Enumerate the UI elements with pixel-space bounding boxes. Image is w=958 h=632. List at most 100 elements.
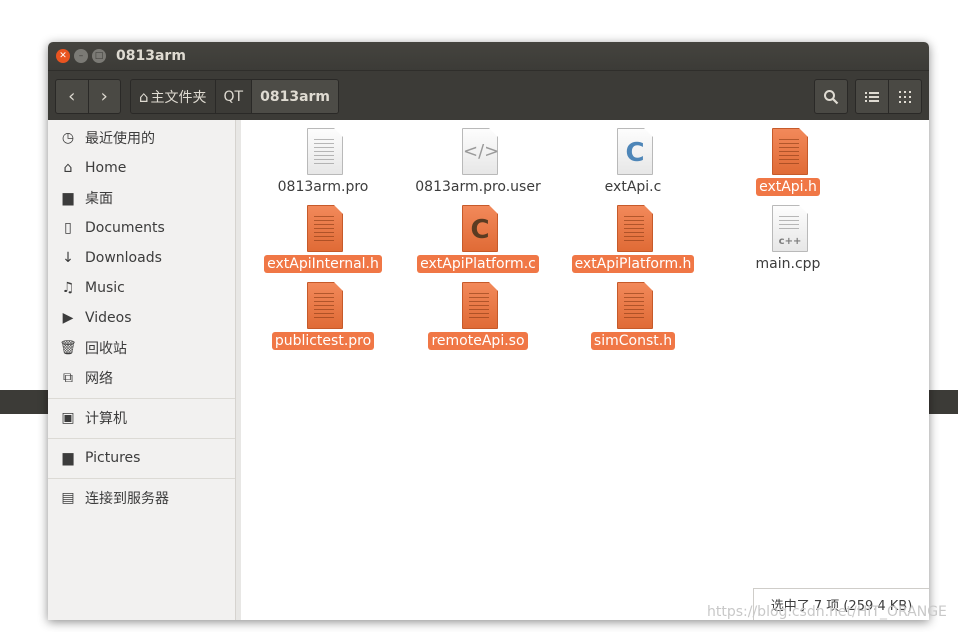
file-item[interactable]: C extApiPlatform.c: [403, 205, 553, 273]
close-window-button[interactable]: ✕: [56, 49, 70, 63]
search-button[interactable]: [815, 80, 847, 113]
file-name: extApi.h: [756, 178, 820, 196]
back-icon: ‹: [68, 86, 76, 107]
sidebar-item-label: 连接到服务器: [85, 491, 169, 507]
file-view[interactable]: 0813arm.pro </> 0813arm.pro.user C extAp…: [241, 120, 929, 620]
c-source-file-icon: C: [458, 205, 498, 252]
grid-view-icon: [899, 90, 911, 103]
sidebar-divider: [48, 478, 235, 479]
file-item[interactable]: extApiInternal.h: [248, 205, 398, 273]
file-item[interactable]: </> 0813arm.pro.user: [403, 128, 553, 196]
file-name: 0813arm.pro.user: [415, 179, 541, 195]
file-name: publictest.pro: [271, 332, 375, 350]
file-name: main.cpp: [755, 256, 821, 272]
list-view-button[interactable]: [856, 80, 888, 113]
window-title: 0813arm: [116, 48, 186, 64]
download-icon: ↓: [62, 250, 74, 266]
sidebar-item-label: 网络: [85, 371, 113, 387]
sidebar-item-recent[interactable]: ◷ 最近使用的: [48, 125, 235, 151]
sidebar-item-label: Home: [85, 160, 127, 176]
header-file-icon: [613, 205, 653, 252]
file-name: remoteApi.so: [428, 332, 528, 350]
music-icon: ♫: [61, 280, 75, 296]
file-item[interactable]: simConst.h: [558, 282, 708, 350]
server-icon: ▤: [61, 490, 75, 506]
file-manager-window: ✕ – □ 0813arm ‹ › ⌂ 主文件夹 QT 0813arm ◷ 最近…: [48, 42, 929, 620]
recent-icon: ◷: [61, 130, 75, 146]
minimize-window-button[interactable]: –: [74, 49, 88, 63]
project-file-icon: [303, 282, 343, 329]
computer-icon: ▣: [61, 410, 75, 426]
sidebar-item-music[interactable]: ♫ Music: [48, 275, 235, 301]
file-item[interactable]: 0813arm.pro: [248, 128, 398, 196]
grid-view-button[interactable]: [888, 80, 921, 113]
breadcrumb-current[interactable]: 0813arm: [251, 80, 339, 113]
breadcrumb-qt[interactable]: QT: [214, 80, 252, 113]
breadcrumb-label: 0813arm: [260, 88, 331, 105]
sidebar-item-label: Downloads: [85, 250, 162, 266]
sidebar-item-label: Pictures: [85, 450, 141, 466]
search-group: [814, 79, 848, 114]
sidebar-item-label: 桌面: [85, 191, 113, 207]
sidebar-item-computer[interactable]: ▣ 计算机: [48, 405, 235, 431]
file-item[interactable]: extApi.h: [713, 128, 863, 196]
places-sidebar: ◷ 最近使用的 ⌂ Home ▆ 桌面 ▯ Documents ↓ Downlo…: [48, 120, 236, 620]
sidebar-item-label: Videos: [85, 310, 132, 326]
file-name: extApiPlatform.c: [417, 255, 539, 273]
home-icon: ⌂: [63, 160, 73, 176]
file-name: simConst.h: [590, 332, 676, 350]
file-item[interactable]: extApiPlatform.h: [558, 205, 708, 273]
sidebar-item-desktop[interactable]: ▆ 桌面: [48, 185, 235, 211]
view-switcher: [855, 79, 922, 114]
sidebar-item-documents[interactable]: ▯ Documents: [48, 215, 235, 241]
document-icon: ▯: [64, 220, 72, 236]
sidebar-item-pictures[interactable]: ▆ Pictures: [48, 445, 235, 471]
file-name: extApiInternal.h: [264, 255, 382, 273]
sidebar-item-downloads[interactable]: ↓ Downloads: [48, 245, 235, 271]
watermark: https://blog.csdn.net/HIT_ORANGE: [707, 604, 947, 620]
sidebar-divider: [48, 438, 235, 439]
trash-icon: 🗑: [59, 340, 77, 356]
file-name: extApi.c: [604, 179, 662, 195]
breadcrumb-label: 主文件夹: [150, 89, 207, 106]
sidebar-item-label: Music: [85, 280, 125, 296]
sidebar-item-connect-server[interactable]: ▤ 连接到服务器: [48, 485, 235, 511]
title-bar[interactable]: ✕ – □ 0813arm: [48, 42, 929, 70]
search-icon: [824, 89, 839, 104]
sidebar-item-label: 回收站: [85, 341, 127, 357]
file-item[interactable]: publictest.pro: [248, 282, 398, 350]
sidebar-item-label: Documents: [85, 220, 165, 236]
sidebar-item-trash[interactable]: 🗑 回收站: [48, 335, 235, 361]
library-file-icon: [458, 282, 498, 329]
breadcrumb: ⌂ 主文件夹 QT 0813arm: [130, 79, 340, 114]
sidebar-item-label: 计算机: [85, 411, 127, 427]
file-item[interactable]: C extApi.c: [558, 128, 708, 196]
header-file-icon: [303, 205, 343, 252]
home-icon: ⌂: [139, 87, 149, 106]
sidebar-item-videos[interactable]: ▶ Videos: [48, 305, 235, 331]
video-icon: ▶: [62, 310, 74, 326]
breadcrumb-home[interactable]: ⌂ 主文件夹: [131, 80, 215, 113]
back-button[interactable]: ‹: [56, 80, 88, 113]
navigation-buttons: ‹ ›: [55, 79, 121, 114]
breadcrumb-label: QT: [223, 88, 244, 105]
sidebar-item-home[interactable]: ⌂ Home: [48, 155, 235, 181]
text-file-icon: [303, 128, 343, 175]
c-source-file-icon: C: [613, 128, 653, 175]
sidebar-item-network[interactable]: ⧉ 网络: [48, 365, 235, 391]
forward-button[interactable]: ›: [87, 80, 121, 113]
maximize-window-button[interactable]: □: [92, 49, 106, 63]
file-name: extApiPlatform.h: [571, 255, 695, 273]
file-item[interactable]: remoteApi.so: [403, 282, 553, 350]
file-item[interactable]: c++ main.cpp: [713, 205, 863, 273]
sidebar-item-label: 最近使用的: [85, 131, 155, 147]
toolbar: ‹ › ⌂ 主文件夹 QT 0813arm: [48, 70, 929, 120]
code-file-icon: </>: [458, 128, 499, 175]
folder-icon: ▆: [62, 450, 74, 466]
header-file-icon: [613, 282, 653, 329]
cpp-file-icon: c++: [768, 205, 808, 252]
file-name: 0813arm.pro: [277, 179, 369, 195]
desktop-icon: ▆: [62, 190, 74, 206]
header-file-icon: [768, 128, 808, 175]
forward-icon: ›: [100, 86, 108, 107]
